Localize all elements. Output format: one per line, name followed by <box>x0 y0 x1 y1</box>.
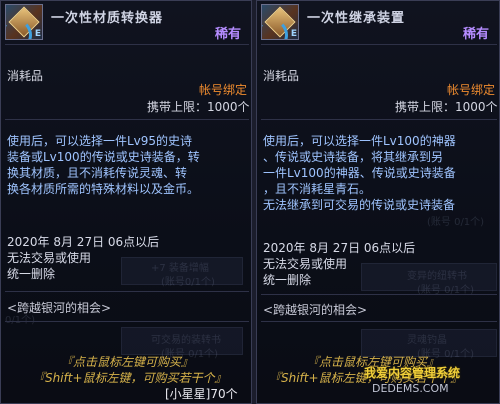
item-type: 消耗品 <box>7 69 44 83</box>
material-converter-icon: E <box>5 4 43 40</box>
divider <box>261 321 497 322</box>
item-source: <跨越银河的相会> <box>263 303 368 317</box>
carry-limit: 携带上限：1000个 <box>147 100 250 114</box>
item-title: 一次性材质转换器 <box>51 11 164 26</box>
rarity-label: 稀有 <box>463 27 490 42</box>
expiry-date: 2020年 8月 27日 06点以后 <box>263 241 416 255</box>
price-label: [小星星]70个 <box>165 387 238 401</box>
divider <box>5 321 249 322</box>
bulk-purchase-hint: 『Shift+鼠标左键，可购买若干个』 <box>33 371 227 385</box>
background-text: 灵魂钓晶 <box>407 335 447 346</box>
item-description: 使用后，可以选择一件Lv95的史诗 装备或Lv100的传说或史诗装备，转 换其材… <box>7 134 200 196</box>
tooltip-material-converter: E 一次性材质转换器 稀有 消耗品 帐号绑定 携带上限：1000个 +7 装备增… <box>0 0 252 404</box>
expiry-date: 2020年 8月 27日 06点以后 <box>7 235 160 249</box>
item-type: 消耗品 <box>263 69 300 83</box>
site-watermark-url: DEDEMS.COM <box>372 382 449 395</box>
purchase-hint: 『点击鼠标左键可购买』 <box>61 355 194 369</box>
site-watermark: 我爱内容管理系统 <box>364 366 461 380</box>
item-title: 一次性继承装置 <box>307 11 406 26</box>
bind-label: 帐号绑定 <box>199 83 248 97</box>
rarity-label: 稀有 <box>215 27 242 42</box>
tooltip-inheritance-device: E 一次性继承装置 稀有 消耗品 帐号绑定 携带上限：1000个 (账号 0/1… <box>256 0 500 404</box>
background-text: (账号 0/1个) <box>427 217 485 228</box>
divider <box>261 294 497 295</box>
divider <box>5 119 249 120</box>
divider <box>261 119 497 120</box>
expiry-note: 无法交易或使用 <box>263 257 348 271</box>
item-source: <跨越银河的相会> <box>7 301 112 315</box>
bind-label: 帐号绑定 <box>447 83 496 97</box>
divider <box>5 44 249 45</box>
item-description: 使用后，可以选择一件Lv100的神器 、传说或史诗装备，将其继承到另 一件Lv1… <box>263 134 456 212</box>
expiry-note: 统一删除 <box>263 273 312 287</box>
background-text: 变异的纽转书 <box>407 271 467 282</box>
expiry-note: 无法交易或使用 <box>7 251 92 265</box>
divider <box>261 44 497 45</box>
background-text: 可交易的装转书 <box>151 335 221 346</box>
expiry-note: 统一删除 <box>7 267 56 281</box>
carry-limit: 携带上限：1000个 <box>395 100 498 114</box>
inheritance-device-icon: E <box>261 4 299 40</box>
background-text: (账号0/1个) <box>161 277 215 288</box>
background-text: +7 装备增幅 <box>151 263 209 274</box>
divider <box>5 291 249 292</box>
